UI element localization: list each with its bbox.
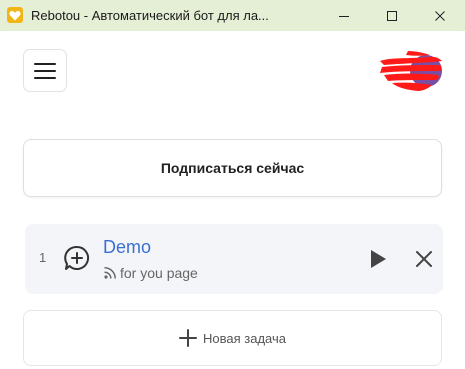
subscribe-button[interactable]: Подписаться сейчас [23,139,442,197]
new-task-button[interactable]: Новая задача [23,310,442,366]
plus-icon [179,329,197,347]
task-type: for you page [103,265,198,281]
app-header [0,31,465,115]
play-icon[interactable] [368,248,388,270]
add-comment-icon [64,245,89,270]
heart-icon [7,7,23,23]
new-task-label: Новая задача [203,330,286,346]
avatar[interactable] [378,47,444,95]
maximize-button[interactable] [369,0,415,31]
delete-task-icon[interactable] [414,249,434,269]
menu-button[interactable] [23,49,67,92]
hamburger-icon [34,62,56,79]
task-type-label: for you page [120,265,198,281]
minimize-button[interactable] [321,0,367,31]
task-name-link[interactable]: Demo [103,237,151,258]
rss-icon [104,267,116,279]
window-title: Rebotou - Автоматический бот для ла... [31,8,269,23]
task-index: 1 [39,250,47,265]
task-card[interactable]: 1 Demo for you page [25,224,443,294]
close-window-button[interactable] [417,0,463,31]
window-titlebar: Rebotou - Автоматический бот для ла... [0,0,465,31]
